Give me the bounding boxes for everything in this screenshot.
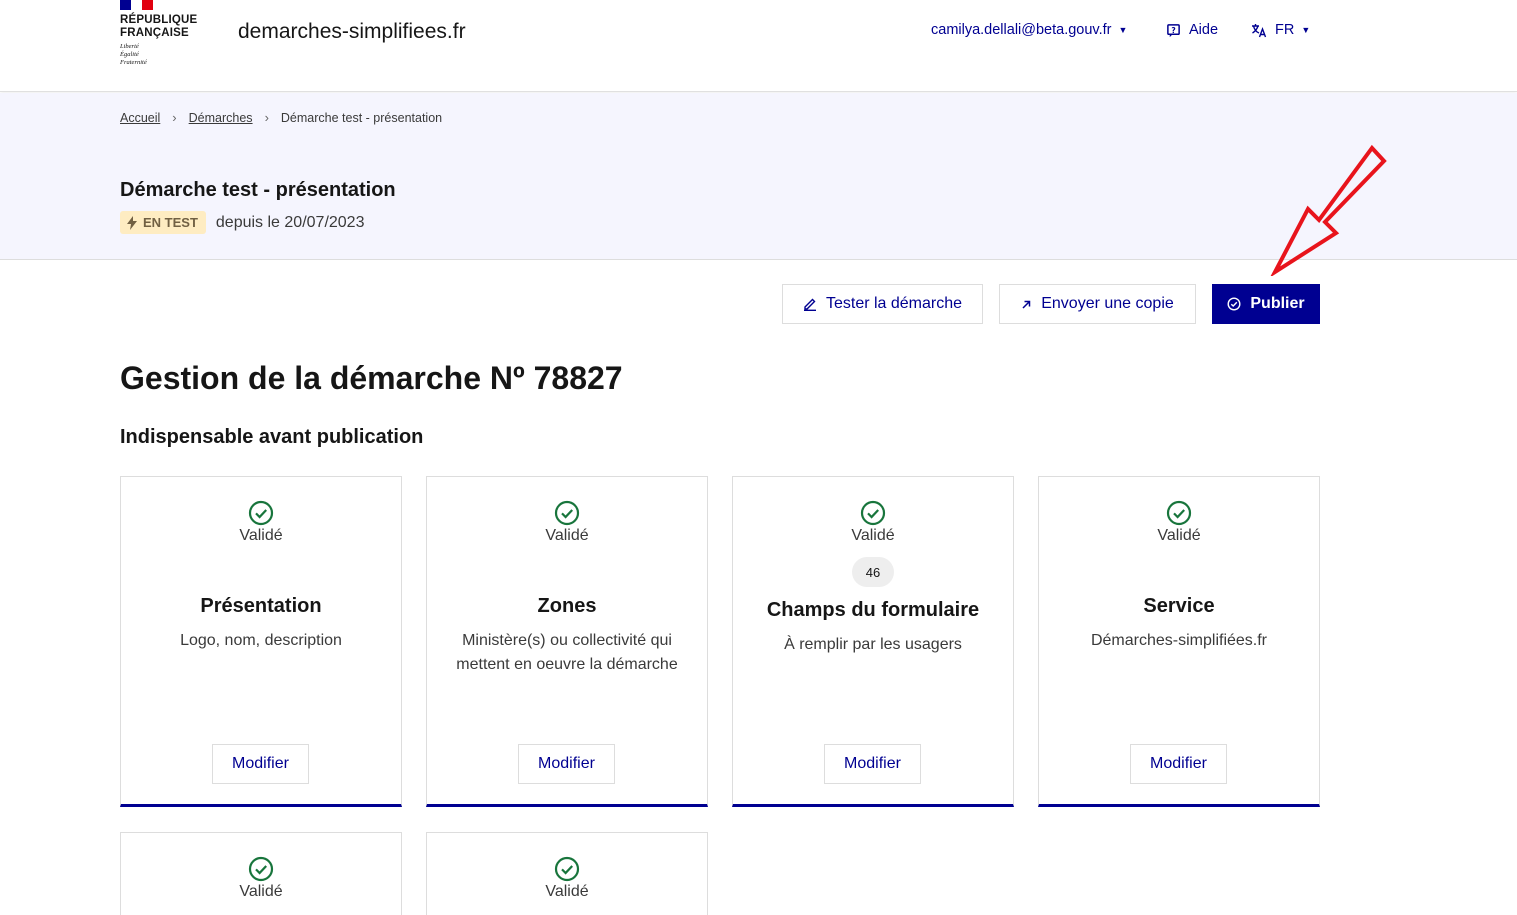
card-status: Validé [239, 527, 283, 544]
help-bubble-icon: ? [1166, 23, 1181, 38]
send-copy-button[interactable]: Envoyer une copie [999, 284, 1196, 324]
modify-button[interactable]: Modifier [212, 744, 309, 784]
user-menu[interactable]: camilya.dellali@beta.gouv.fr ▼ [931, 22, 1127, 38]
card-status: Validé [1157, 527, 1201, 544]
since-date: depuis le 20/07/2023 [215, 213, 365, 231]
card-service: Validé Service Démarches-simplifiées.fr … [1038, 476, 1320, 807]
check-circle-icon [1166, 500, 1192, 526]
status-badge: EN TEST [120, 211, 206, 234]
lang-label: FR [1275, 22, 1295, 38]
help-link[interactable]: ? Aide [1166, 22, 1218, 38]
test-demarche-label: Tester la démarche [825, 295, 963, 312]
status-row: EN TEST depuis le 20/07/2023 [120, 211, 364, 234]
test-demarche-button[interactable]: Tester la démarche [782, 284, 983, 324]
modify-button[interactable]: Modifier [824, 744, 921, 784]
demarche-title: Démarche test - présentation [120, 179, 396, 201]
card-title: Service [1143, 595, 1215, 617]
check-circle-icon [1227, 297, 1241, 311]
chevron-right-icon: › [264, 110, 269, 125]
user-email: camilya.dellali@beta.gouv.fr [931, 22, 1112, 38]
caret-down-icon: ▼ [1118, 25, 1128, 35]
motto: Liberté Égalité Fraternité [120, 43, 147, 66]
site-header: RÉPUBLIQUE FRANÇAISE Liberté Égalité Fra… [0, 0, 1517, 92]
card-status: Validé [851, 527, 895, 544]
check-circle-icon [248, 856, 274, 882]
lightning-icon [127, 215, 137, 230]
publish-button[interactable]: Publier [1212, 284, 1320, 324]
arrow-up-right-icon [1021, 299, 1032, 310]
check-circle-icon [554, 500, 580, 526]
card-title: Champs du formulaire [766, 599, 980, 621]
caret-down-icon: ▼ [1301, 25, 1311, 35]
marianne-flag-icon [120, 0, 153, 10]
pencil-icon [803, 297, 817, 311]
svg-text:?: ? [1171, 25, 1175, 34]
section-title: Indispensable avant publication [120, 426, 424, 448]
logo-line-1: RÉPUBLIQUE [120, 14, 198, 26]
breadcrumb-demarches[interactable]: Démarches [189, 111, 253, 125]
language-selector[interactable]: FR ▼ [1251, 22, 1310, 38]
translate-icon [1251, 23, 1267, 38]
modify-button[interactable]: Modifier [518, 744, 615, 784]
modify-button[interactable]: Modifier [1130, 744, 1227, 784]
logo-line-2: FRANÇAISE [120, 27, 189, 39]
card-row2-2: Validé [426, 832, 708, 915]
breadcrumb-home[interactable]: Accueil [120, 111, 160, 125]
breadcrumb-current: Démarche test - présentation [280, 110, 443, 125]
check-circle-icon [860, 500, 886, 526]
card-description: Ministère(s) ou collectivité qui mettent… [456, 632, 678, 673]
breadcrumb: Accueil › Démarches › Démarche test - pr… [120, 110, 442, 125]
card-description: À remplir par les usagers [784, 636, 962, 653]
card-champs-formulaire: Validé 46 Champs du formulaire À remplir… [732, 476, 1014, 807]
send-copy-label: Envoyer une copie [1041, 295, 1174, 312]
card-description: Logo, nom, description [180, 632, 342, 649]
card-status: Validé [239, 883, 283, 900]
page-title: Gestion de la démarche Nº 78827 [120, 360, 623, 396]
card-presentation: Validé Présentation Logo, nom, descripti… [120, 476, 402, 807]
card-row2-1: Validé [120, 832, 402, 915]
card-description: Démarches-simplifiées.fr [1090, 632, 1268, 649]
card-zones: Validé Zones Ministère(s) ou collectivit… [426, 476, 708, 807]
badge-label: EN TEST [143, 215, 198, 230]
chevron-right-icon: › [172, 110, 177, 125]
annotation-arrow-icon [1270, 144, 1387, 276]
card-title: Présentation [200, 595, 322, 617]
publish-label: Publier [1250, 295, 1305, 312]
field-count-badge: 46 [852, 557, 894, 587]
card-title: Zones [537, 595, 597, 617]
card-status: Validé [545, 883, 589, 900]
card-status: Validé [545, 527, 589, 544]
site-name[interactable]: demarches-simplifiees.fr [238, 20, 466, 44]
check-circle-icon [554, 856, 580, 882]
help-label: Aide [1189, 22, 1219, 38]
republique-francaise-logo[interactable]: RÉPUBLIQUE FRANÇAISE Liberté Égalité Fra… [120, 0, 220, 67]
check-circle-icon [248, 500, 274, 526]
